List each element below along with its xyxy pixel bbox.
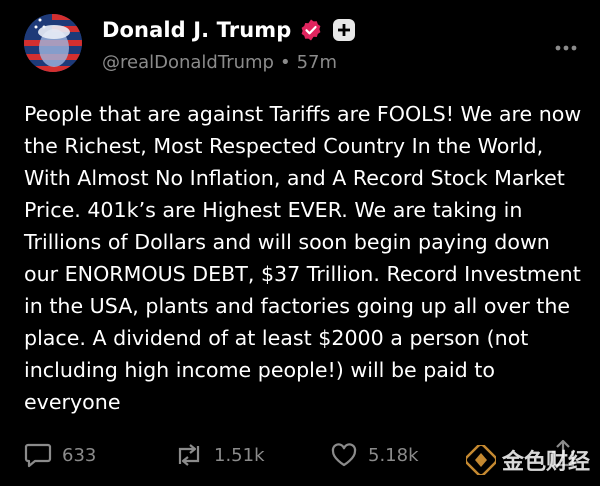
handle-row: @realDonaldTrump • 57m: [102, 52, 337, 73]
avatar-image: [24, 14, 82, 72]
plus-icon: [338, 24, 351, 36]
reply-count: 633: [62, 444, 97, 466]
separator-dot: •: [279, 52, 291, 73]
heart-icon: [331, 443, 357, 467]
post-text: People that are against Tariffs are FOOL…: [24, 102, 582, 414]
author-handle[interactable]: @realDonaldTrump: [102, 52, 274, 73]
repost-button[interactable]: 1.51k: [174, 442, 265, 468]
post-header: Donald J. Trump @realDonaldTrump • 57m: [24, 14, 580, 78]
watermark-logo-icon: [465, 445, 496, 475]
reply-button[interactable]: 633: [24, 442, 96, 468]
author-name[interactable]: Donald J. Trump: [102, 18, 291, 42]
post-time[interactable]: 57m: [297, 52, 337, 73]
watermark: 金色财经: [465, 444, 590, 476]
repost-icon: [178, 444, 200, 466]
like-count: 5.18k: [368, 444, 419, 466]
more-dots-icon[interactable]: [554, 38, 578, 51]
like-button[interactable]: 5.18k: [330, 442, 419, 468]
watermark-text: 金色财经: [501, 450, 590, 475]
avatar[interactable]: [24, 14, 82, 72]
verified-badge-icon: [299, 18, 323, 42]
repost-count: 1.51k: [214, 444, 265, 466]
author-row: Donald J. Trump: [102, 18, 356, 42]
comment-icon: [24, 443, 52, 468]
follow-plus-button[interactable]: [333, 19, 356, 41]
